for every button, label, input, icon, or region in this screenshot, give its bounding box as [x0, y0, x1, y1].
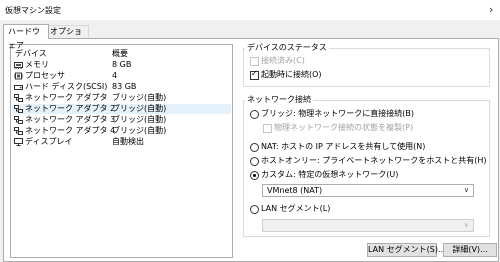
device-row-display[interactable]: ディスプレイ 自動検出: [12, 137, 231, 147]
advanced-button[interactable]: 詳細(V)...: [443, 243, 497, 257]
radio-lan-segment[interactable]: [250, 205, 259, 214]
column-header-summary[interactable]: 概要: [112, 48, 128, 59]
replicate-state-checkbox[interactable]: [263, 124, 272, 133]
device-summary: ブリッジ(自動): [112, 115, 167, 124]
device-summary: 83 GB: [112, 82, 137, 91]
chevron-right-icon[interactable]: ›: [489, 3, 493, 16]
device-row-network-adapter-2[interactable]: ネットワーク アダプタ 2 ブリッジ(自動): [12, 104, 231, 114]
network-connection-title: ネットワーク接続: [245, 95, 313, 105]
device-summary: 4: [112, 71, 118, 80]
device-summary: 8 GB: [112, 60, 132, 69]
device-status-group: [243, 48, 490, 87]
device-name: ネットワーク アダプタ 2: [25, 104, 116, 113]
device-status-title: デバイスのステータス: [245, 43, 329, 53]
device-list[interactable]: デバイス 概要 メモリ 8 GB プロセッサ 4 ハード ディスク(SCSI) …: [10, 44, 233, 258]
radio-custom-label: カスタム: 特定の仮想ネットワーク(U): [261, 170, 399, 179]
checkmark-icon: ✓: [251, 69, 258, 78]
network-adapter-icon: [14, 116, 23, 124]
radio-bridge-label: ブリッジ: 物理ネットワークに直接接続(B): [261, 109, 414, 118]
chevron-down-icon: ∨: [463, 221, 469, 229]
device-name: ネットワーク アダプタ: [25, 93, 108, 102]
display-icon: [14, 138, 23, 146]
device-name: ネットワーク アダプタ 4: [25, 126, 116, 135]
device-row-network-adapter[interactable]: ネットワーク アダプタ ブリッジ(自動): [12, 93, 231, 103]
radio-custom[interactable]: [250, 171, 259, 180]
device-list-header: デバイス 概要: [11, 45, 232, 58]
radio-host-only-label: ホストオンリー: プライベートネットワークをホストと共有(H): [261, 156, 487, 165]
title-bar: 仮想マシン設定 ›: [0, 0, 500, 20]
custom-network-value: VMnet8 (NAT): [267, 186, 323, 195]
radio-lan-segment-label: LAN セグメント(L): [261, 204, 331, 213]
network-adapter-icon: [14, 105, 23, 113]
device-name: ハード ディスク(SCSI): [25, 82, 108, 91]
device-name: ディスプレイ: [25, 137, 73, 146]
device-row-network-adapter-4[interactable]: ネットワーク アダプタ 4 ブリッジ(自動): [12, 126, 231, 136]
processor-icon: [14, 72, 23, 80]
device-summary: ブリッジ(自動): [112, 104, 167, 113]
hard-disk-icon: [14, 85, 23, 90]
connect-at-power-on-label: 起動時に接続(O): [261, 70, 322, 79]
network-adapter-icon: [14, 127, 23, 135]
custom-network-select[interactable]: VMnet8 (NAT) ∨: [262, 184, 474, 197]
connected-label: 接続済み(C): [261, 56, 305, 65]
tab-hardware[interactable]: ハードウェア: [3, 24, 49, 50]
chevron-down-icon: ∨: [463, 186, 469, 194]
memory-icon: [14, 62, 23, 69]
replicate-state-label: 物理ネットワーク接続の状態を複製(P): [274, 123, 414, 132]
device-name: プロセッサ: [25, 71, 65, 80]
tab-options[interactable]: オプション: [45, 25, 89, 48]
lan-segments-button[interactable]: LAN セグメント(S)...: [367, 243, 446, 257]
network-adapter-icon: [14, 94, 23, 102]
connect-at-power-on-checkbox[interactable]: ✓: [250, 69, 259, 80]
radio-bridge[interactable]: [250, 110, 259, 119]
connected-checkbox[interactable]: [250, 57, 259, 66]
radio-host-only[interactable]: [250, 157, 259, 166]
window-title: 仮想マシン設定: [5, 6, 61, 15]
device-row-network-adapter-3[interactable]: ネットワーク アダプタ 3 ブリッジ(自動): [12, 115, 231, 125]
device-summary: ブリッジ(自動): [112, 126, 167, 135]
device-name: メモリ: [25, 60, 49, 69]
network-connection-group: [243, 100, 490, 237]
radio-nat[interactable]: [250, 143, 259, 152]
radio-nat-label: NAT: ホストの IP アドレスを共有して使用(N): [261, 142, 426, 151]
device-summary: 自動検出: [112, 137, 144, 146]
device-row-memory[interactable]: メモリ 8 GB: [12, 60, 231, 70]
device-summary: ブリッジ(自動): [112, 93, 167, 102]
radio-selected-dot: [253, 174, 256, 177]
lan-segment-select[interactable]: ∨: [262, 219, 474, 232]
device-row-processor[interactable]: プロセッサ 4: [12, 71, 231, 81]
device-row-hard-disk[interactable]: ハード ディスク(SCSI) 83 GB: [12, 82, 231, 92]
device-name: ネットワーク アダプタ 3: [25, 115, 116, 124]
